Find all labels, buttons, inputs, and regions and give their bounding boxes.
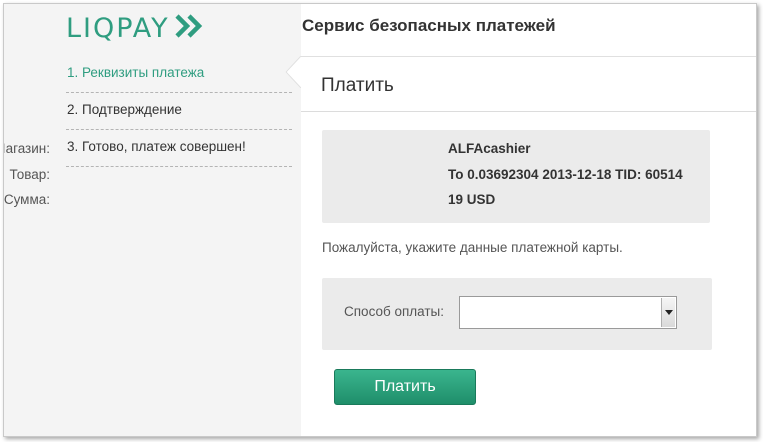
- double-chevron-right-icon: [174, 13, 204, 44]
- detail-value: To 0.03692304 2013-12-18 TID: 60514: [448, 167, 683, 182]
- detail-label: Сумма:: [3, 192, 50, 207]
- step-details: 1. Реквизиты платежа: [66, 56, 292, 93]
- sidebar: LIQPAY 1. Реквизиты платежа 2. Подтвержд…: [4, 4, 301, 436]
- detail-label: Магазин:: [4, 141, 50, 156]
- page-title: Платить: [321, 75, 394, 96]
- card-prompt-text: Пожалуйста, укажите данные платежной кар…: [322, 240, 623, 255]
- detail-label: Товар:: [9, 167, 51, 182]
- payment-method-label: Способ оплаты:: [344, 304, 445, 319]
- main-panel: Платить Магазин: ALFAcashier Товар: To 0…: [4, 56, 756, 436]
- liqpay-logo[interactable]: LIQPAY: [66, 12, 204, 44]
- page-frame: LIQPAY 1. Реквизиты платежа 2. Подтвержд…: [3, 3, 757, 437]
- payment-method-select[interactable]: [459, 296, 677, 329]
- detail-value: 19 USD: [448, 192, 496, 207]
- logo-text: LIQPAY: [66, 12, 170, 44]
- payment-details-box: Магазин: ALFAcashier Товар: To 0.0369230…: [4, 130, 710, 223]
- page-header-title: Сервис безопасных платежей: [302, 16, 556, 35]
- payment-method-box: Способ оплаты:: [322, 278, 712, 350]
- dropdown-arrow-icon[interactable]: [661, 298, 675, 327]
- step-confirmation: 2. Подтверждение: [66, 93, 292, 130]
- active-step-pointer: [285, 56, 301, 88]
- step-done: 3. Готово, платеж совершен!: [66, 130, 292, 167]
- steps-list: 1. Реквизиты платежа 2. Подтверждение 3.…: [66, 56, 292, 167]
- pay-button[interactable]: Платить: [334, 369, 476, 405]
- title-divider: [301, 111, 756, 112]
- detail-value: ALFAcashier: [448, 141, 531, 156]
